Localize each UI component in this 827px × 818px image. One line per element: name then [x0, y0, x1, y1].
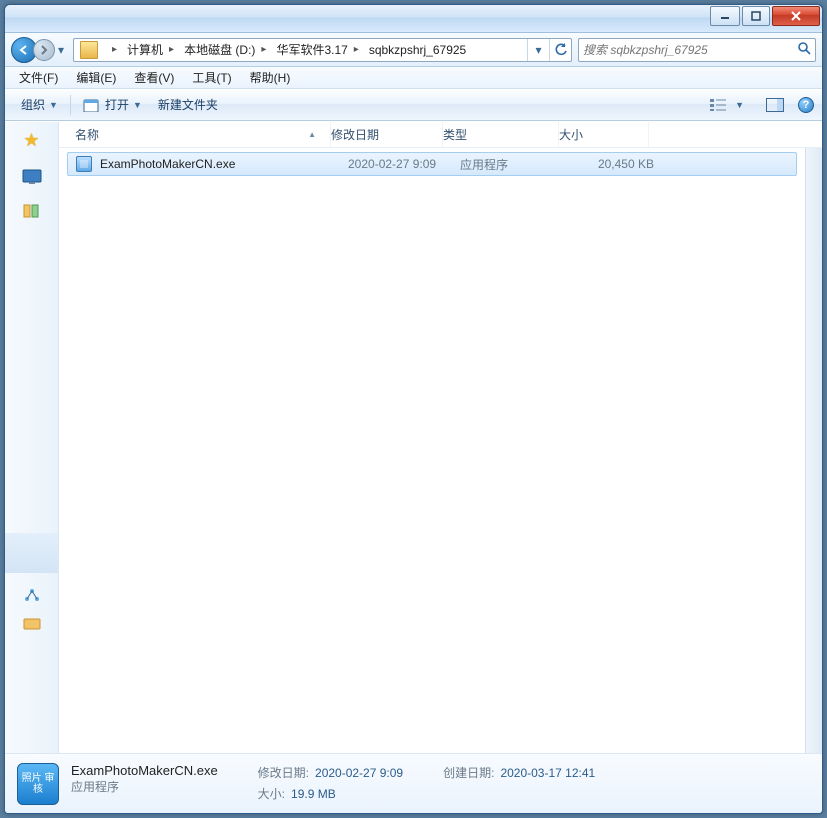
- menu-bar: 文件(F) 编辑(E) 查看(V) 工具(T) 帮助(H): [5, 67, 822, 89]
- toolbar-right: ▼ ?: [701, 93, 814, 117]
- nav-buttons: ▾: [11, 36, 67, 64]
- folder-icon: [80, 41, 98, 59]
- organize-button[interactable]: 组织▼: [13, 93, 66, 117]
- computer-icon[interactable]: [22, 617, 42, 633]
- column-name[interactable]: 名称 ▲: [75, 122, 331, 147]
- details-filename: ExamPhotoMakerCN.exe: [71, 763, 218, 778]
- address-bar-end: ▾: [527, 39, 571, 61]
- help-button[interactable]: ?: [798, 97, 814, 113]
- menu-help[interactable]: 帮助(H): [242, 67, 299, 88]
- file-view: 名称 ▲ 修改日期 类型 大小 ExamPhotoMakerCN.exe 2020…: [59, 122, 822, 753]
- view-mode-button[interactable]: ▼: [701, 93, 752, 117]
- command-bar: 组织▼ 打开▼ 新建文件夹 ▼ ?: [5, 89, 822, 121]
- refresh-button[interactable]: [549, 39, 571, 61]
- column-type[interactable]: 类型: [443, 122, 559, 147]
- open-icon: [83, 98, 101, 112]
- file-row[interactable]: ExamPhotoMakerCN.exe 2020-02-27 9:09 应用程…: [67, 152, 797, 176]
- file-type: 应用程序: [460, 156, 576, 173]
- open-label: 打开: [105, 96, 129, 113]
- breadcrumb-sep-root[interactable]: ▸: [102, 39, 123, 61]
- breadcrumb-label: 本地磁盘 (D:): [184, 41, 255, 58]
- breadcrumb-drive[interactable]: 本地磁盘 (D:)▸: [180, 39, 272, 61]
- exe-icon: [76, 156, 92, 172]
- navigation-pane[interactable]: ★: [5, 122, 59, 753]
- details-file-icon: 照片 审核: [17, 763, 59, 805]
- new-folder-button[interactable]: 新建文件夹: [150, 93, 226, 117]
- forward-button[interactable]: [33, 39, 55, 61]
- address-bar[interactable]: ▸ 计算机▸ 本地磁盘 (D:)▸ 华军软件3.17▸ sqbkzpshrj_6…: [73, 38, 572, 62]
- search-input[interactable]: [583, 43, 793, 57]
- menu-tools[interactable]: 工具(T): [184, 67, 239, 88]
- content-area: ★ 名称 ▲ 修改日期 类型 大小 ExamPhotoMakerCN.exe 20…: [5, 121, 822, 753]
- details-created-label: 创建日期:: [443, 763, 494, 783]
- details-size-label: 大小:: [258, 784, 285, 804]
- details-filetype: 应用程序: [71, 778, 218, 795]
- close-button[interactable]: [772, 6, 820, 26]
- details-modified-value: 2020-02-27 9:09: [315, 763, 403, 783]
- menu-edit[interactable]: 编辑(E): [68, 67, 124, 88]
- navigation-bar: ▾ ▸ 计算机▸ 本地磁盘 (D:)▸ 华军软件3.17▸ sqbkzpshrj…: [5, 33, 822, 67]
- details-modified-label: 修改日期:: [258, 763, 309, 783]
- preview-pane-button[interactable]: [758, 93, 792, 117]
- menu-file[interactable]: 文件(F): [11, 67, 66, 88]
- breadcrumb-label: sqbkzpshrj_67925: [369, 43, 466, 57]
- sidebar-splitter-handle[interactable]: [5, 533, 58, 573]
- details-size-value: 19.9 MB: [291, 784, 336, 804]
- file-size: 20,450 KB: [576, 157, 666, 171]
- breadcrumb-folder2[interactable]: sqbkzpshrj_67925: [365, 39, 472, 61]
- details-pane: 照片 审核 ExamPhotoMakerCN.exe 应用程序 修改日期: 202…: [5, 753, 822, 813]
- minimize-button[interactable]: [710, 6, 740, 26]
- sort-indicator-icon: ▲: [308, 130, 316, 139]
- file-list[interactable]: ExamPhotoMakerCN.exe 2020-02-27 9:09 应用程…: [59, 148, 805, 753]
- history-dropdown[interactable]: ▾: [55, 37, 67, 63]
- titlebar: [5, 5, 822, 33]
- file-name: ExamPhotoMakerCN.exe: [100, 157, 348, 171]
- desktop-icon[interactable]: [22, 169, 42, 185]
- breadcrumb-label: 华军软件3.17: [276, 41, 347, 58]
- explorer-window: ▾ ▸ 计算机▸ 本地磁盘 (D:)▸ 华军软件3.17▸ sqbkzpshrj…: [4, 4, 823, 814]
- open-button[interactable]: 打开▼: [75, 93, 150, 117]
- address-dropdown[interactable]: ▾: [527, 39, 549, 61]
- libraries-icon[interactable]: [22, 203, 42, 219]
- breadcrumb-label: 计算机: [127, 41, 163, 58]
- breadcrumb-folder1[interactable]: 华军软件3.17▸: [272, 39, 364, 61]
- column-label: 名称: [75, 126, 99, 143]
- favorites-icon[interactable]: ★: [23, 130, 39, 151]
- network-icon[interactable]: [22, 587, 42, 603]
- breadcrumb-computer[interactable]: 计算机▸: [123, 39, 180, 61]
- column-headers: 名称 ▲ 修改日期 类型 大小: [59, 122, 822, 148]
- search-icon[interactable]: [797, 41, 811, 58]
- organize-label: 组织: [21, 96, 45, 113]
- column-size[interactable]: 大小: [559, 122, 649, 147]
- file-date: 2020-02-27 9:09: [348, 157, 460, 171]
- details-info: ExamPhotoMakerCN.exe 应用程序 修改日期: 2020-02-2…: [71, 763, 595, 804]
- menu-view[interactable]: 查看(V): [126, 67, 182, 88]
- details-created-value: 2020-03-17 12:41: [500, 763, 595, 783]
- vertical-scrollbar[interactable]: [805, 148, 822, 753]
- search-box[interactable]: [578, 38, 816, 62]
- column-date[interactable]: 修改日期: [331, 122, 443, 147]
- maximize-button[interactable]: [742, 6, 770, 26]
- toolbar-separator: [70, 95, 71, 115]
- window-controls: [710, 6, 820, 26]
